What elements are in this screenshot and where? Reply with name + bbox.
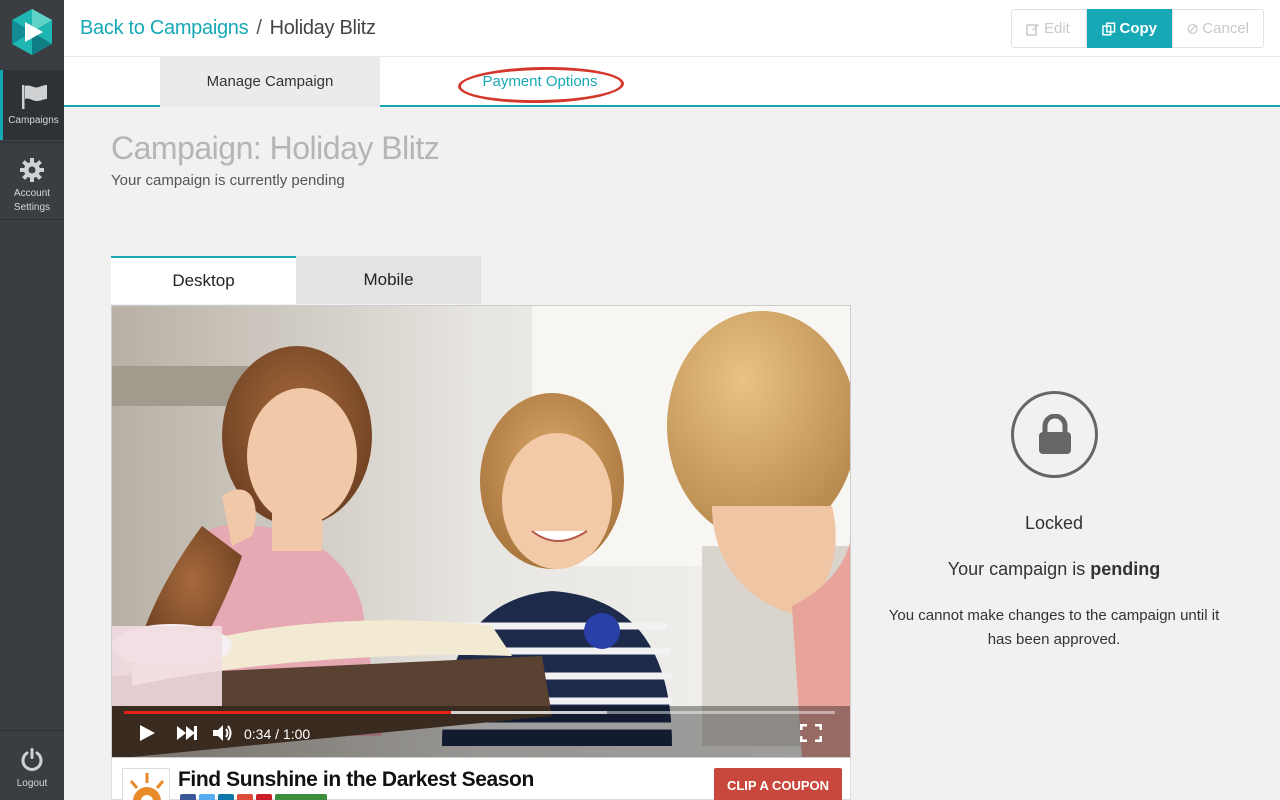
power-icon [21, 748, 43, 771]
action-buttons: Edit Copy Cancel [1011, 9, 1264, 48]
sun-logo-icon [122, 768, 170, 800]
back-to-campaigns-link[interactable]: Back to Campaigns [80, 17, 249, 39]
locked-message: You cannot make changes to the campaign … [888, 607, 1220, 648]
ad-title: Find Sunshine in the Darkest Season [178, 768, 534, 791]
app-logo[interactable] [0, 0, 64, 64]
pinterest-icon[interactable] [256, 794, 272, 800]
campaign-tabs: Manage Campaign Payment Options [64, 57, 1280, 107]
copy-icon [1102, 21, 1116, 36]
video-time: 0:34 / 1:00 [244, 726, 311, 742]
linkedin-icon[interactable] [218, 794, 234, 800]
edit-button-label: Edit [1044, 20, 1070, 37]
video-played [124, 711, 452, 714]
lock-icon [1038, 413, 1071, 454]
page-subtitle: Your campaign is currently pending [111, 172, 345, 189]
clip-coupon-button[interactable]: CLIP A COUPON [714, 768, 842, 800]
breadcrumb: Back to Campaigns / Holiday Blitz [80, 15, 376, 41]
pending-status-line: Your campaign is pending [854, 559, 1254, 580]
breadcrumb-current: Holiday Blitz [269, 17, 376, 39]
locked-status: Locked [1024, 513, 1084, 533]
gear-icon [20, 158, 44, 182]
flag-icon [21, 85, 47, 109]
tab-manage-campaign[interactable]: Manage Campaign [160, 57, 380, 107]
copy-button[interactable]: Copy [1087, 9, 1172, 48]
fullscreen-icon[interactable] [799, 723, 823, 747]
copy-button-label: Copy [1119, 20, 1158, 37]
sidebar-item-campaigns[interactable]: Campaigns [0, 70, 64, 140]
volume-icon[interactable] [212, 724, 234, 747]
sidebar: Campaigns Account Settings Logout [0, 0, 64, 800]
sidebar-item-label: Account Settings [13, 188, 51, 213]
tab-payment-options[interactable]: Payment Options [460, 57, 620, 105]
ad-bar: Find Sunshine in the Darkest Season CLIP… [111, 758, 851, 800]
cancel-button[interactable]: Cancel [1172, 9, 1264, 48]
ban-icon [1187, 23, 1198, 34]
tab-mobile[interactable]: Mobile [296, 256, 481, 304]
next-icon[interactable] [176, 724, 198, 747]
sidebar-item-account-settings[interactable]: Account Settings [0, 142, 64, 220]
video-progress-bar[interactable] [124, 711, 835, 714]
pending-word: pending [1090, 559, 1161, 579]
twitter-icon[interactable] [199, 794, 215, 800]
page-title: Campaign: Holiday Blitz [111, 130, 440, 166]
google-plus-icon[interactable] [237, 794, 253, 800]
logout-label: Logout [16, 778, 48, 789]
pending-prefix: Your campaign is [947, 559, 1086, 579]
sidebar-item-label: Campaigns [8, 115, 59, 126]
header: Back to Campaigns / Holiday Blitz Edit Cop… [64, 0, 1280, 57]
share-buttons [180, 794, 327, 800]
edit-icon [1026, 23, 1039, 36]
edit-button[interactable]: Edit [1011, 9, 1087, 48]
share-count-icon[interactable] [275, 794, 327, 800]
video-player[interactable]: 0:34 / 1:00 [111, 305, 851, 758]
play-icon[interactable] [138, 724, 156, 747]
facebook-icon[interactable] [180, 794, 196, 800]
tab-desktop[interactable]: Desktop [111, 256, 296, 304]
video-frame [112, 306, 850, 757]
lock-badge [1011, 391, 1098, 478]
logout-button[interactable]: Logout [0, 730, 64, 800]
breadcrumb-separator: / [256, 17, 262, 39]
cancel-button-label: Cancel [1202, 20, 1249, 37]
